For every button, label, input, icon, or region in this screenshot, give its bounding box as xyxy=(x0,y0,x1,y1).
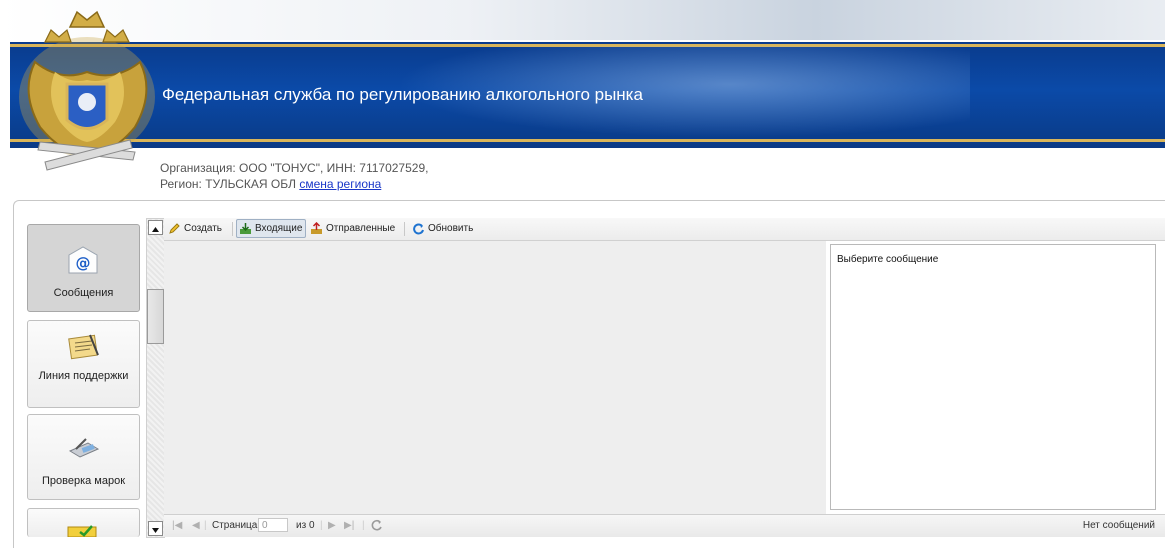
pager-status: Нет сообщений xyxy=(1082,520,1155,531)
create-button[interactable]: Создать xyxy=(166,220,225,237)
sidebar-item-label: Линия поддержки xyxy=(38,370,129,382)
sidebar-item-messages[interactable]: @ Сообщения xyxy=(27,224,140,312)
pencil-icon xyxy=(169,223,180,234)
folder-check-icon xyxy=(67,525,97,537)
sidebar-item-support-line[interactable]: Линия поддержки xyxy=(27,320,140,408)
page-count-label: из 0 xyxy=(296,520,315,531)
create-label: Создать xyxy=(184,223,223,234)
sidebar-item-stamp-check[interactable]: Проверка марок xyxy=(27,414,140,500)
region-line: Регион: ТУЛЬСКАЯ ОБЛ смена региона xyxy=(160,176,428,192)
refresh-button[interactable]: Обновить xyxy=(410,220,476,237)
toolbar-separator xyxy=(404,222,405,236)
pager-separator: | xyxy=(204,520,207,531)
first-page-icon[interactable]: |◀ xyxy=(172,520,182,531)
prev-page-icon[interactable]: ◀ xyxy=(192,520,200,531)
sidebar-scrollbar[interactable] xyxy=(146,218,165,538)
coat-of-arms-emblem-icon xyxy=(19,10,155,171)
page-number-input[interactable]: 0 xyxy=(258,518,288,532)
arrow-down-icon xyxy=(152,528,159,533)
banner-top-strip xyxy=(0,0,1165,40)
toolbar-separator xyxy=(232,222,233,236)
next-page-icon[interactable]: ▶ xyxy=(328,520,336,531)
arrow-up-icon xyxy=(152,227,159,232)
header-banner: Федеральная служба по регулированию алко… xyxy=(0,0,1165,171)
pager-separator: | xyxy=(362,520,365,531)
sent-label: Отправленные xyxy=(326,223,396,234)
organization-line: Организация: ООО "ТОНУС", ИНН: 711702752… xyxy=(160,161,429,175)
scroll-up-button[interactable] xyxy=(148,220,163,235)
refresh-icon xyxy=(413,223,424,235)
page-title: Федеральная служба по регулированию алко… xyxy=(162,85,643,104)
notepad-icon xyxy=(68,334,99,360)
message-preview: Выберите сообщение xyxy=(830,244,1156,510)
pager-refresh-icon[interactable] xyxy=(370,518,384,532)
scanner-icon xyxy=(68,438,100,458)
preview-placeholder: Выберите сообщение xyxy=(837,254,939,265)
inbox-label: Входящие xyxy=(255,223,303,234)
messages-toolbar: Создать Входящие Отправленные Обновить xyxy=(164,218,1165,241)
inbox-icon xyxy=(240,223,251,234)
page-label: Страница xyxy=(212,520,258,531)
region-text: Регион: ТУЛЬСКАЯ ОБЛ xyxy=(160,177,296,191)
inbox-button[interactable]: Входящие xyxy=(236,219,307,238)
pagination-bar: |◀ ◀ | Страница 0 из 0 | ▶ ▶| | Нет сооб… xyxy=(164,514,1165,537)
envelope-icon: @ xyxy=(68,246,98,274)
sidebar-item-label: Проверка марок xyxy=(41,475,126,487)
sidebar-item-more[interactable] xyxy=(27,508,140,537)
change-region-link[interactable]: смена региона xyxy=(299,177,381,191)
refresh-label: Обновить xyxy=(428,223,474,234)
sidebar-item-label: Сообщения xyxy=(53,287,114,299)
scroll-thumb[interactable] xyxy=(147,289,164,344)
last-page-icon[interactable]: ▶| xyxy=(344,520,354,531)
outbox-icon xyxy=(311,222,322,234)
pager-separator: | xyxy=(320,520,323,531)
organization-info: Организация: ООО "ТОНУС", ИНН: 711702752… xyxy=(160,160,428,192)
messages-list[interactable] xyxy=(164,241,826,514)
sent-button[interactable]: Отправленные xyxy=(308,220,398,237)
svg-text:@: @ xyxy=(76,254,91,272)
scroll-down-button[interactable] xyxy=(148,521,163,536)
